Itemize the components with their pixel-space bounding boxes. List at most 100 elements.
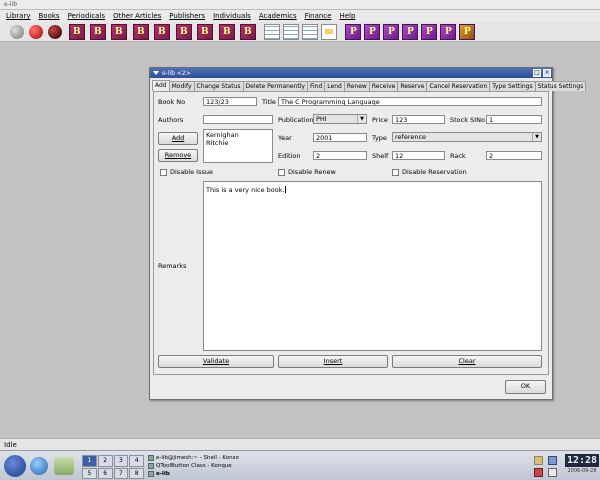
menu-academics[interactable]: Academics (255, 12, 301, 20)
volume-icon[interactable] (548, 468, 557, 477)
price-label: Price (372, 116, 388, 124)
tab-change-status[interactable]: Change Status (193, 81, 244, 91)
disable-reservation-checkbox[interactable]: Disable Reservation (392, 168, 467, 176)
shelf-field[interactable]: 12 (392, 151, 445, 160)
rack-field[interactable]: 2 (486, 151, 542, 160)
book-icon[interactable] (197, 24, 213, 40)
browser-icon[interactable] (30, 457, 48, 475)
book-icon[interactable] (154, 24, 170, 40)
periodical-icon[interactable] (440, 24, 456, 40)
menu-other-articles[interactable]: Other Articles (109, 12, 165, 20)
book-no-field[interactable]: 123/23 (203, 97, 257, 106)
remove-author-button[interactable]: Remove (158, 149, 198, 162)
tab-receive[interactable]: Receive (368, 81, 399, 91)
book-icon[interactable] (111, 24, 127, 40)
checkbox-box[interactable] (278, 168, 285, 176)
menu-help[interactable]: Help (335, 12, 359, 20)
checkbox-box[interactable] (160, 168, 167, 176)
tab-type-settings[interactable]: Type Settings (489, 81, 536, 91)
gray-circle-icon[interactable] (10, 25, 24, 39)
table-icon[interactable] (302, 24, 318, 40)
add-author-button[interactable]: Add (158, 132, 198, 145)
dark-circle-icon[interactable] (48, 25, 62, 39)
year-field[interactable]: 2001 (313, 133, 367, 142)
task-elib[interactable]: e-lib (148, 470, 268, 478)
table-icon[interactable] (283, 24, 299, 40)
menu-finance[interactable]: Finance (301, 12, 336, 20)
chevron-down-icon[interactable]: ▼ (357, 115, 366, 123)
clipboard-icon[interactable] (534, 456, 543, 465)
checkbox-box[interactable] (392, 168, 399, 176)
tab-cancel-reservation[interactable]: Cancel Reservation (426, 81, 491, 91)
authors-list[interactable]: Kernighan Ritchie (203, 129, 273, 163)
list-item[interactable]: Ritchie (206, 139, 270, 147)
price-field[interactable]: 123 (392, 115, 445, 124)
disable-renew-label: Disable Renew (288, 168, 336, 176)
validate-button[interactable]: Validate (158, 355, 274, 368)
tab-reserve[interactable]: Reserve (397, 81, 428, 91)
disable-renew-checkbox[interactable]: Disable Renew (278, 168, 336, 176)
disable-issue-checkbox[interactable]: Disable Issue (160, 168, 213, 176)
type-combo[interactable]: reference ▼ (392, 132, 542, 142)
stock-sino-field[interactable]: 1 (486, 115, 542, 124)
pager-desktop-3[interactable]: 3 (113, 455, 129, 467)
app-icon (148, 471, 154, 477)
authors-field[interactable] (203, 115, 273, 124)
menu-individuals[interactable]: Individuals (209, 12, 255, 20)
book-icon[interactable] (219, 24, 235, 40)
periodical-icon[interactable] (421, 24, 437, 40)
menu-periodicals[interactable]: Periodicals (64, 12, 110, 20)
tab-lend[interactable]: Lend (324, 81, 345, 91)
document-icon[interactable] (321, 24, 337, 40)
book-icon[interactable] (69, 24, 85, 40)
pager-desktop-5[interactable]: 5 (82, 467, 97, 479)
pager-desktop-2[interactable]: 2 (97, 455, 113, 467)
clock[interactable]: 12:28 2006-09-28 (565, 454, 599, 480)
window-menu-icon[interactable] (152, 69, 160, 77)
list-item[interactable]: Kernighan (206, 131, 270, 139)
ok-button[interactable]: OK (505, 380, 546, 394)
update-icon[interactable] (534, 468, 543, 477)
network-icon[interactable] (548, 456, 557, 465)
window-titlebar[interactable]: e-lib <2> □ × (150, 68, 552, 78)
book-icon[interactable] (90, 24, 106, 40)
pager-desktop-8[interactable]: 8 (129, 467, 144, 479)
pager-desktop-6[interactable]: 6 (97, 467, 113, 479)
pager-desktop-4[interactable]: 4 (129, 455, 144, 467)
publication-combo[interactable]: PHI ▼ (313, 114, 367, 124)
periodical-icon[interactable] (459, 24, 475, 40)
book-no-label: Book No (158, 98, 186, 106)
menu-books[interactable]: Books (34, 12, 63, 20)
periodical-icon[interactable] (345, 24, 361, 40)
tab-status-settings[interactable]: Status Settings (534, 81, 587, 91)
task-konqueror[interactable]: QToolButton Class - Konque (148, 462, 268, 470)
chevron-down-icon[interactable]: ▼ (532, 133, 541, 141)
pager-desktop-1[interactable]: 1 (82, 455, 97, 467)
menu-publishers[interactable]: Publishers (165, 12, 209, 20)
remarks-textarea[interactable]: This is a very nice book. (203, 181, 542, 351)
tab-find[interactable]: Find (306, 81, 326, 91)
close-button[interactable]: × (543, 69, 551, 77)
tab-modify[interactable]: Modify (168, 81, 195, 91)
book-icon[interactable] (176, 24, 192, 40)
periodical-icon[interactable] (364, 24, 380, 40)
pager-desktop-7[interactable]: 7 (113, 467, 129, 479)
periodical-icon[interactable] (383, 24, 399, 40)
insert-button[interactable]: Insert (278, 355, 388, 368)
title-field[interactable]: The C Programming Language (278, 97, 542, 106)
menu-library[interactable]: Library (2, 12, 34, 20)
tab-add[interactable]: Add (152, 80, 170, 91)
book-icon[interactable] (133, 24, 149, 40)
fedora-menu-icon[interactable] (4, 455, 26, 477)
maximize-button[interactable]: □ (533, 69, 541, 77)
tab-renew[interactable]: Renew (343, 81, 370, 91)
edition-field[interactable]: 2 (313, 151, 367, 160)
tab-delete-permanently[interactable]: Delete Permanently (242, 81, 308, 91)
clear-button[interactable]: Clear (392, 355, 542, 368)
table-icon[interactable] (264, 24, 280, 40)
book-icon[interactable] (240, 24, 256, 40)
task-shell[interactable]: e-lib@jimesh:~ - Shell - Konso (148, 454, 268, 462)
periodical-icon[interactable] (402, 24, 418, 40)
red-globe-icon[interactable] (29, 25, 43, 39)
mail-icon[interactable] (54, 457, 74, 475)
